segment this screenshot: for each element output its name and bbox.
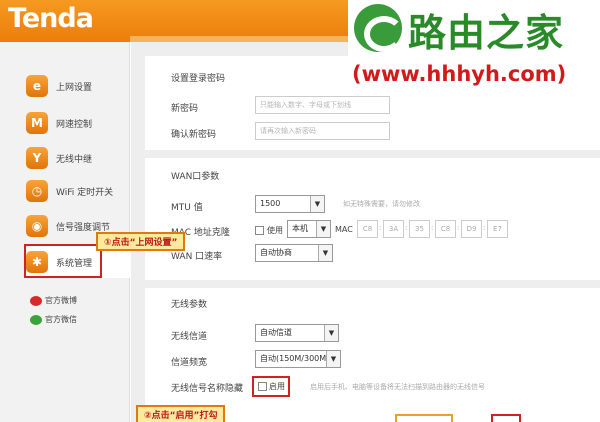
- sidebar-item-label: 上网设置: [56, 82, 93, 93]
- relay-icon: Y: [26, 147, 48, 169]
- watermark-logo-icon: [354, 4, 404, 52]
- watermark-url: (www.hhhyh.com): [352, 62, 567, 86]
- sidebar-item-label: 信号强度调节: [56, 222, 111, 233]
- chevron-down-icon: ▼: [318, 245, 332, 261]
- mac-label: MAC: [335, 225, 353, 234]
- weibo-link[interactable]: 官方微博: [30, 295, 77, 306]
- confirm-button[interactable]: [395, 414, 453, 422]
- highlight-box: [252, 376, 290, 397]
- speed-icon: M: [26, 112, 48, 134]
- wan-rate-select[interactable]: 自动协商 ▼: [255, 244, 333, 262]
- wifi-timer-icon: ◷: [26, 180, 48, 202]
- wan-rate-value: 自动协商: [260, 248, 292, 257]
- signal-icon: ◉: [26, 215, 48, 237]
- mtu-value: 1500: [260, 199, 281, 208]
- mac-separator: :: [379, 224, 382, 232]
- mtu-label: MTU 值: [171, 203, 203, 213]
- sidebar-item-label: 网速控制: [56, 119, 93, 130]
- mac-octet-field[interactable]: 35: [409, 220, 430, 238]
- ie-icon: e: [26, 75, 48, 97]
- sidebar-item-wifi-timer[interactable]: ◷ WiFi 定时开关: [26, 177, 130, 205]
- mac-separator: :: [457, 224, 460, 232]
- mac-separator: :: [431, 224, 434, 232]
- system-management-highlight: [24, 244, 102, 278]
- step2-callout: ②点击“启用”打勾: [136, 405, 226, 422]
- wechat-link[interactable]: 官方微信: [30, 314, 77, 325]
- mac-octet-field[interactable]: C8: [357, 220, 378, 238]
- mac-clone-checkbox[interactable]: [255, 226, 264, 235]
- hide-ssid-label: 无线信号名称隐藏: [171, 384, 244, 394]
- hide-ssid-hint: 启用后手机、电脑等设备将无法扫描到路由器的无线信号: [310, 383, 485, 391]
- mac-octet-field[interactable]: C8: [435, 220, 456, 238]
- bandwidth-value: 自动(150M/300M): [260, 354, 330, 363]
- sidebar-item-label: 无线中继: [56, 154, 93, 165]
- chevron-down-icon: ▼: [326, 351, 340, 367]
- mac-use-label: 使用: [267, 226, 283, 235]
- weibo-label: 官方微博: [45, 296, 77, 305]
- new-password-field[interactable]: 只能输入数字、字母或下划线: [255, 96, 390, 114]
- channel-label: 无线信道: [171, 332, 208, 342]
- mac-octet-field[interactable]: 3A: [383, 220, 404, 238]
- mac-separator: :: [483, 224, 486, 232]
- chevron-down-icon: ▼: [324, 325, 338, 341]
- section-title: 设置登录密码: [171, 74, 226, 84]
- channel-value: 自动信道: [260, 328, 292, 337]
- mac-octet-field[interactable]: E7: [487, 220, 508, 238]
- weibo-icon: [30, 295, 42, 306]
- sidebar-item-internet-settings[interactable]: e 上网设置: [26, 72, 130, 100]
- confirm-password-label: 确认新密码: [171, 130, 217, 140]
- watermark-title: 路由之家: [408, 11, 565, 55]
- wechat-label: 官方微信: [45, 315, 77, 324]
- sidebar-item-label: WiFi 定时开关: [56, 187, 114, 198]
- mtu-hint: 如无特殊需要，请勿修改: [343, 200, 420, 208]
- mac-source-select[interactable]: 本机 ▼: [287, 220, 331, 238]
- bandwidth-select[interactable]: 自动(150M/300M) ▼: [255, 350, 341, 368]
- bandwidth-label: 信道频宽: [171, 358, 208, 368]
- wan-section: WAN口参数 MTU 值 1500 ▼ 如无特殊需要，请勿修改 MAC 地址克隆…: [145, 158, 600, 280]
- mac-separator: :: [405, 224, 408, 232]
- sidebar-item-wireless-relay[interactable]: Y 无线中继: [26, 144, 130, 172]
- sidebar-item-speed-control[interactable]: M 网速控制: [26, 109, 130, 137]
- cancel-button[interactable]: [491, 414, 521, 422]
- chevron-down-icon: ▼: [316, 221, 330, 237]
- mac-octet-field[interactable]: D9: [461, 220, 482, 238]
- confirm-password-field[interactable]: 请再次输入新密码: [255, 122, 390, 140]
- mac-source-value: 本机: [292, 224, 308, 233]
- wechat-icon: [30, 314, 42, 325]
- mtu-select[interactable]: 1500 ▼: [255, 195, 325, 213]
- main-panel: 设置登录密码 新密码 只能输入数字、字母或下划线 确认新密码 请再次输入新密码 …: [131, 42, 600, 422]
- section-title: 无线参数: [171, 300, 208, 310]
- step1-callout: ①点击“上网设置”: [96, 232, 186, 251]
- watermark: 路由之家 (www.hhhyh.com): [348, 0, 600, 96]
- tenda-logo: Tenda: [8, 3, 94, 34]
- wireless-section: 无线参数 无线信道 自动信道 ▼ 信道频宽 自动(150M/300M) ▼ 无线…: [145, 288, 600, 422]
- new-password-label: 新密码: [171, 104, 199, 114]
- chevron-down-icon: ▼: [310, 196, 324, 212]
- channel-select[interactable]: 自动信道 ▼: [255, 324, 339, 342]
- section-title: WAN口参数: [171, 172, 220, 182]
